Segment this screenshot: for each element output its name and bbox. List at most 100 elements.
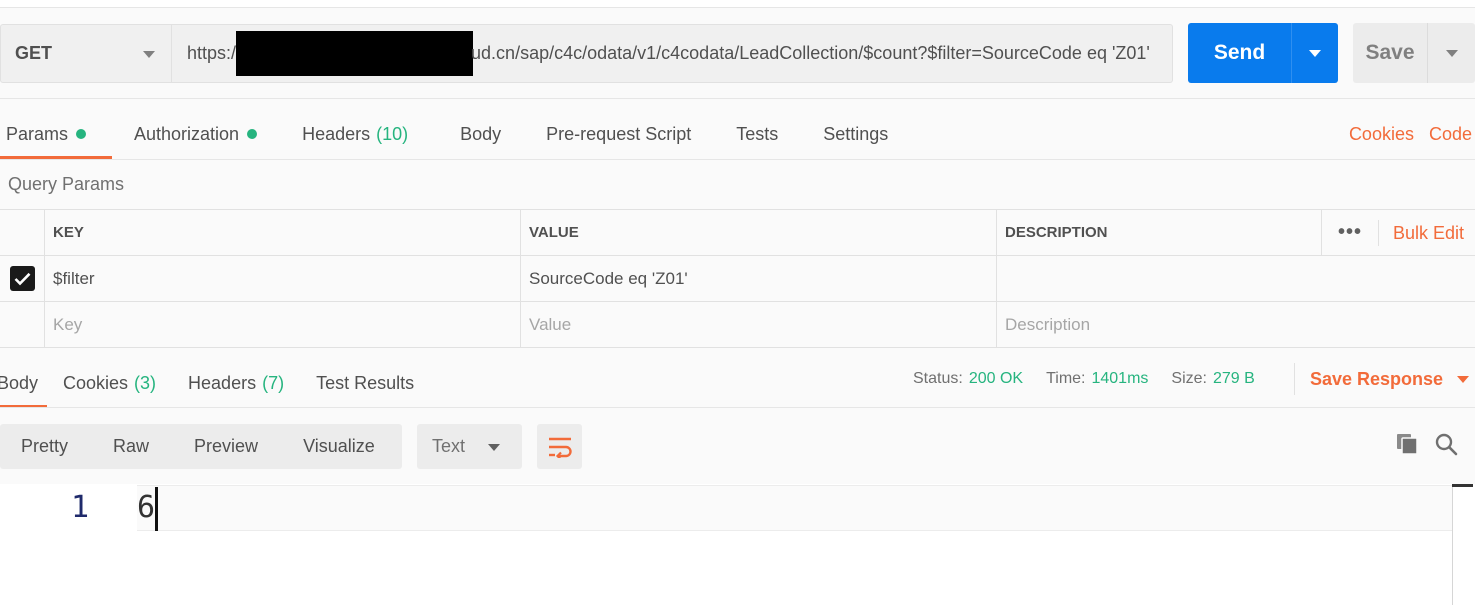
- request-links: Cookies Code: [1349, 109, 1472, 159]
- table-row: $filter SourceCode eq 'Z01': [0, 256, 1475, 302]
- header-value: VALUE: [521, 210, 997, 255]
- tab-label: Params: [6, 124, 69, 144]
- tab-authorization[interactable]: Authorization: [134, 109, 258, 159]
- checkmark-icon: [14, 272, 30, 285]
- tab-body[interactable]: Body: [460, 109, 501, 159]
- response-content: 6: [137, 490, 156, 525]
- view-mode-segmented: Pretty Raw Preview Visualize: [0, 424, 402, 469]
- chevron-down-icon: [143, 51, 155, 58]
- header-actions: ••• Bulk Edit: [1321, 210, 1464, 255]
- search-icon[interactable]: [1434, 432, 1458, 456]
- divider: [0, 407, 1475, 408]
- method-label: GET: [15, 43, 53, 63]
- size-value: 279 B: [1212, 370, 1255, 387]
- copy-icon[interactable]: [1395, 432, 1419, 456]
- table-row-new: Key Value Description: [0, 302, 1475, 348]
- checkbox[interactable]: [9, 266, 35, 291]
- status-value: 200 OK: [968, 370, 1024, 387]
- method-select[interactable]: GET: [0, 24, 172, 83]
- time-value: 1401ms: [1091, 370, 1149, 387]
- status-dot: [76, 129, 87, 139]
- view-pretty[interactable]: Pretty: [21, 436, 68, 457]
- save-button[interactable]: Save: [1353, 23, 1475, 83]
- view-visualize[interactable]: Visualize: [303, 436, 375, 457]
- tab-label: Cookies: [63, 373, 129, 393]
- tab-tests[interactable]: Tests: [736, 109, 778, 159]
- top-strip: [0, 0, 1475, 8]
- tab-label: Test Results: [316, 373, 415, 393]
- request-tabs: Params Authorization Headers (10) Body Pr…: [0, 109, 888, 159]
- wrap-lines-button[interactable]: [537, 424, 582, 469]
- scrollbar[interactable]: [1452, 484, 1453, 605]
- view-preview[interactable]: Preview: [194, 436, 258, 457]
- value-input[interactable]: Value: [521, 302, 997, 347]
- tab-label: Body: [460, 124, 502, 144]
- tab-pre-request-script[interactable]: Pre-request Script: [546, 109, 691, 159]
- active-line-highlight: [137, 485, 1453, 531]
- header-check-cell: [0, 210, 45, 255]
- line-number: 1: [70, 490, 90, 525]
- status-dot: [247, 129, 258, 139]
- tab-label: Settings: [823, 124, 889, 144]
- code-link[interactable]: Code: [1429, 109, 1472, 159]
- wrap-icon: [548, 437, 572, 458]
- scrollbar-thumb[interactable]: [1452, 484, 1473, 487]
- text-cursor: [155, 487, 158, 531]
- tab-count: (10): [376, 124, 409, 144]
- tab-test-results[interactable]: Test Results: [316, 358, 414, 408]
- tab-settings[interactable]: Settings: [823, 109, 888, 159]
- key-input[interactable]: Key: [45, 302, 521, 347]
- save-label: Save: [1365, 41, 1415, 64]
- tab-headers[interactable]: Headers (10): [302, 109, 408, 159]
- cookies-link[interactable]: Cookies: [1349, 109, 1414, 159]
- header-key: KEY: [45, 210, 521, 255]
- send-button[interactable]: Send: [1188, 23, 1338, 83]
- row-check-cell: [0, 256, 45, 301]
- tab-count: (7): [262, 373, 285, 393]
- save-response-button[interactable]: Save Response: [1310, 358, 1470, 400]
- divider: [1294, 363, 1295, 395]
- tab-label: Body: [0, 373, 39, 393]
- tab-response-cookies[interactable]: Cookies (3): [63, 358, 156, 408]
- format-select[interactable]: Text: [417, 424, 522, 469]
- chevron-down-icon: [1445, 49, 1458, 57]
- size-label: Size:: [1171, 370, 1207, 387]
- row-check-cell: [0, 302, 45, 347]
- view-raw[interactable]: Raw: [113, 436, 149, 457]
- send-label: Send: [1213, 41, 1266, 64]
- url-prefix: https:/: [187, 43, 237, 63]
- tab-params[interactable]: Params: [0, 109, 112, 159]
- more-icon[interactable]: •••: [1322, 221, 1378, 244]
- divider: [0, 159, 1475, 160]
- send-dropdown[interactable]: [1292, 49, 1338, 57]
- params-table: KEY VALUE DESCRIPTION ••• Bulk Edit $fil…: [0, 209, 1475, 348]
- status-label: Status:: [913, 370, 963, 387]
- save-response-label: Save Response: [1310, 368, 1444, 389]
- description-input[interactable]: Description: [997, 302, 1475, 347]
- tab-label: Headers: [188, 373, 257, 393]
- param-description[interactable]: [997, 256, 1475, 301]
- tab-response-headers[interactable]: Headers (7): [188, 358, 284, 408]
- url-rest: ud.cn/sap/c4c/odata/v1/c4codata/LeadColl…: [471, 43, 1150, 63]
- save-dropdown[interactable]: [1428, 49, 1475, 57]
- chevron-down-icon: [1309, 49, 1321, 57]
- time-label: Time:: [1046, 370, 1086, 387]
- param-key[interactable]: $filter: [45, 256, 521, 301]
- response-status: Status: 200 OK Time: 1401ms Size: 279 B: [913, 358, 1255, 400]
- query-params-title: Query Params: [8, 174, 125, 194]
- tab-label: Authorization: [134, 124, 240, 144]
- table-header: KEY VALUE DESCRIPTION ••• Bulk Edit: [0, 210, 1475, 256]
- bulk-edit-link[interactable]: Bulk Edit: [1378, 219, 1464, 246]
- tab-label: Headers: [302, 124, 371, 144]
- response-tabs: Body Cookies (3) Headers (7) Test Results: [0, 358, 414, 408]
- url-input[interactable]: https:/ ud.cn/sap/c4c/odata/v1/c4codata/…: [172, 24, 1173, 83]
- tab-label: Pre-request Script: [546, 124, 692, 144]
- tab-label: Tests: [736, 124, 779, 144]
- chevron-down-icon: [488, 444, 500, 451]
- chevron-down-icon: [1457, 375, 1470, 383]
- format-label: Text: [432, 436, 466, 456]
- tab-response-body[interactable]: Body: [0, 358, 47, 408]
- tab-count: (3): [134, 373, 157, 393]
- param-value[interactable]: SourceCode eq 'Z01': [521, 256, 997, 301]
- divider: [0, 98, 1475, 99]
